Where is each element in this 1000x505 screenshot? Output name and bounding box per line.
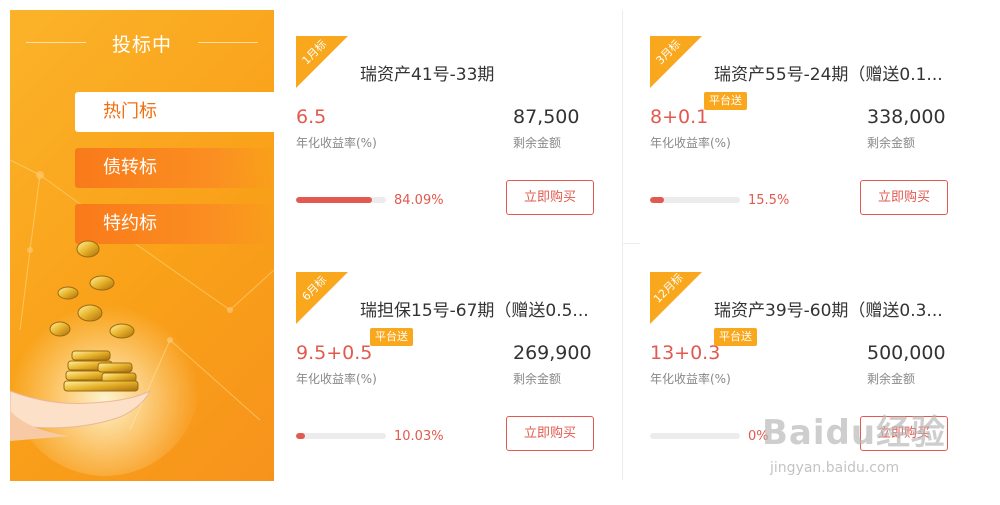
annual-rate-label: 年化收益率(%) <box>296 372 377 386</box>
remaining-amount: 500,000 <box>867 342 946 364</box>
title-line-left <box>26 42 86 43</box>
funding-progress-bar <box>296 433 386 439</box>
funding-progress-bar <box>296 197 386 203</box>
product-name[interactable]: 瑞资产39号-60期（赠送0.3... <box>714 296 964 321</box>
card-divider-vertical <box>622 10 623 480</box>
remaining-amount: 87,500 <box>513 106 580 128</box>
product-name[interactable]: 瑞资产55号-24期（赠送0.1... <box>714 60 964 85</box>
funding-progress-percent: 84.09% <box>394 193 444 208</box>
remaining-amount-label: 剩余金额 <box>867 136 916 150</box>
platform-bonus-badge: 平台送 <box>370 328 413 346</box>
annual-rate-label: 年化收益率(%) <box>296 136 377 150</box>
funding-progress-bar <box>650 433 740 439</box>
funding-progress-percent: 15.5% <box>748 193 790 208</box>
funding-progress-bar <box>650 197 740 203</box>
annual-rate: 6.5 <box>296 106 327 128</box>
funding-progress-fill <box>650 197 664 203</box>
buy-now-button[interactable]: 立即购买 <box>860 180 948 215</box>
annual-rate: 9.5+0.5 <box>296 342 373 364</box>
buy-now-button[interactable]: 立即购买 <box>506 180 594 215</box>
funding-progress-fill <box>296 433 306 439</box>
remaining-amount-label: 剩余金额 <box>867 372 916 386</box>
coins-in-hand-illustration <box>10 240 200 476</box>
buy-now-button[interactable]: 立即购买 <box>506 416 594 451</box>
remaining-amount: 269,900 <box>513 342 592 364</box>
annual-rate: 8+0.1 <box>650 106 709 128</box>
annual-rate: 13+0.3 <box>650 342 721 364</box>
product-card: 1月标 瑞资产41号-33期 6.5 年化收益率(%) 87,500 剩余金额 84.09%… <box>286 10 622 245</box>
product-card: 6月标 瑞担保15号-67期（赠送0.5... 9.5+0.5 平台送 年化收益率(%)… <box>286 246 622 481</box>
platform-bonus-badge: 平台送 <box>714 328 757 346</box>
platform-bonus-badge: 平台送 <box>704 92 747 110</box>
annual-rate-label: 年化收益率(%) <box>650 136 731 150</box>
remaining-amount-label: 剩余金额 <box>513 136 562 150</box>
product-name[interactable]: 瑞资产41号-33期 <box>360 60 610 85</box>
remaining-amount-label: 剩余金额 <box>513 372 562 386</box>
baidu-watermark: Baidu经验 <box>762 413 947 453</box>
product-name[interactable]: 瑞担保15号-67期（赠送0.5... <box>360 296 610 321</box>
title-line-right <box>198 42 258 43</box>
product-card: 3月标 瑞资产55号-24期（赠送0.1... 8+0.1 平台送 年化收益率(%) 33… <box>640 10 976 245</box>
baidu-watermark-url: jingyan.baidu.com <box>770 460 900 476</box>
category-sidebar: 投标中 热门标 债转标 特约标 <box>10 10 274 481</box>
funding-progress-fill <box>296 197 372 203</box>
tab-debt-transfer[interactable]: 债转标 <box>75 148 274 188</box>
annual-rate-label: 年化收益率(%) <box>650 372 731 386</box>
tab-hot[interactable]: 热门标 <box>75 92 274 132</box>
sidebar-title-text: 投标中 <box>111 34 172 56</box>
remaining-amount: 338,000 <box>867 106 946 128</box>
sidebar-title: 投标中 <box>10 30 274 57</box>
funding-progress-percent: 10.03% <box>394 429 444 444</box>
